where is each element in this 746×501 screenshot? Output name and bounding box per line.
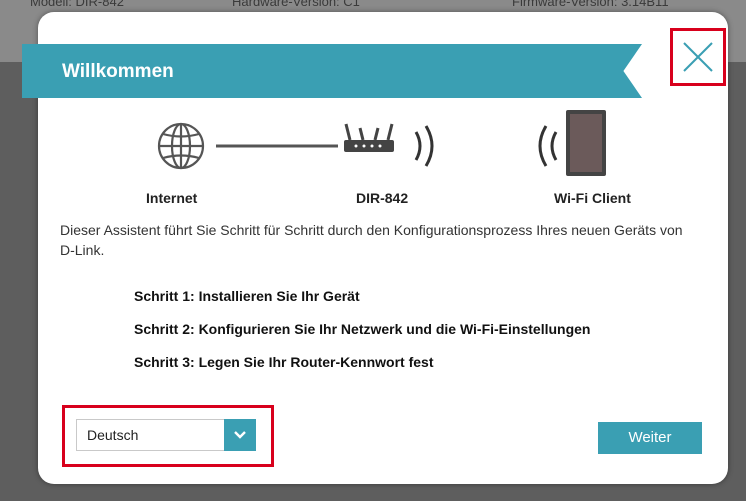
model-info: Modell: DIR-842 — [30, 0, 124, 9]
language-select-value: Deutsch — [87, 427, 139, 443]
wifi-signal-incoming-icon — [538, 125, 558, 167]
internet-label: Internet — [146, 190, 198, 206]
chevron-down-icon[interactable] — [224, 419, 256, 451]
intro-text: Dieser Assistent führt Sie Schritt für S… — [60, 222, 683, 258]
network-diagram: Internet DIR-842 Wi-Fi Client — [38, 102, 728, 212]
tablet-icon — [566, 110, 606, 176]
step-3: Schritt 3: Legen Sie Ihr Router-Kennwort… — [134, 354, 434, 370]
firmware-version-info: Firmware-Version: 3.14B11 — [512, 0, 669, 9]
welcome-dialog: Willkommen Internet DIR-842 Wi-Fi Client… — [22, 12, 728, 484]
hardware-version-info: Hardware-Version: C1 — [232, 0, 360, 9]
next-button[interactable]: Weiter — [598, 422, 702, 454]
globe-icon — [157, 122, 205, 170]
language-select[interactable]: Deutsch — [76, 419, 256, 451]
dialog-title: Willkommen — [62, 61, 174, 82]
close-button[interactable] — [670, 28, 726, 86]
close-x-icon — [683, 42, 713, 72]
router-icon — [344, 123, 394, 152]
router-label: DIR-842 — [356, 190, 409, 206]
wifi-signal-outgoing-icon — [414, 125, 434, 167]
step-2: Schritt 2: Konfigurieren Sie Ihr Netzwer… — [134, 321, 591, 337]
network-diagram-graphic — [157, 110, 606, 176]
step-1: Schritt 1: Installieren Sie Ihr Gerät — [134, 288, 360, 304]
dialog-title-banner: Willkommen — [22, 44, 642, 98]
wifi-client-label: Wi-Fi Client — [554, 190, 631, 206]
